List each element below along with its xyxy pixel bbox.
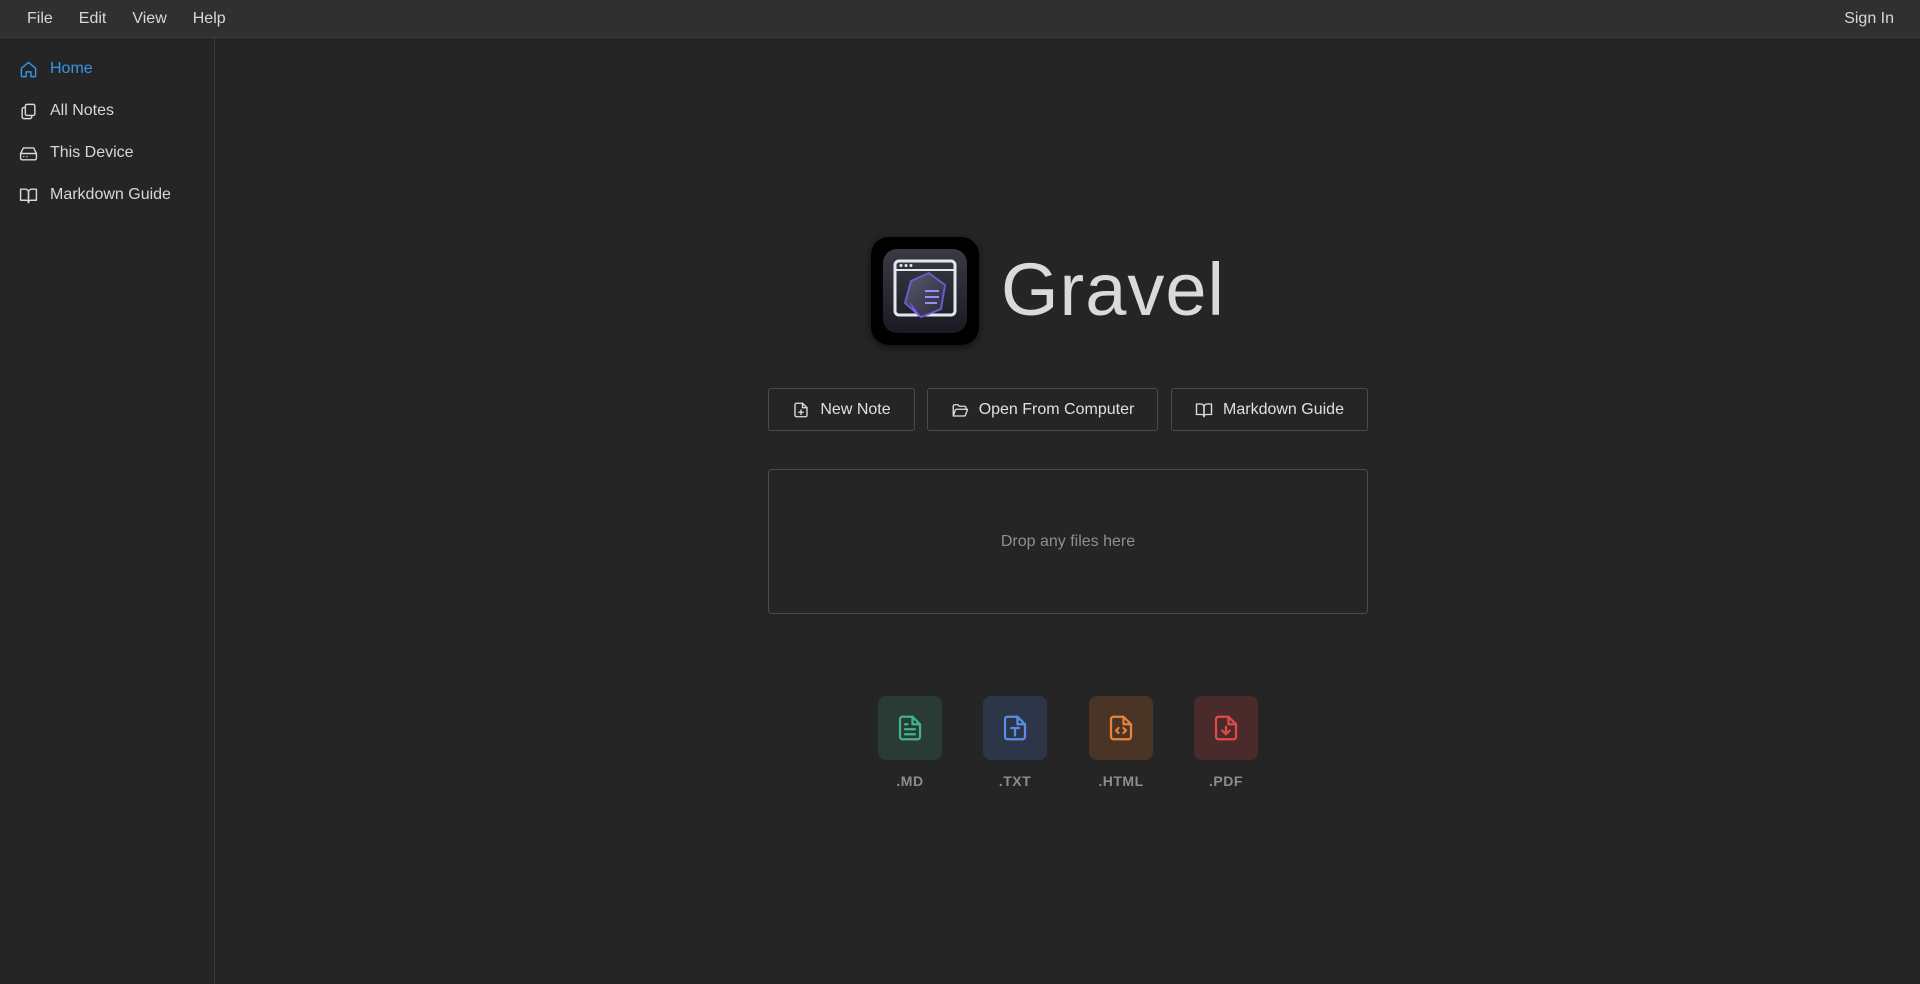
file-code-icon: [1109, 715, 1133, 741]
file-type-label: .TXT: [998, 773, 1032, 789]
book-open-icon: [1195, 402, 1213, 417]
file-text-icon: [898, 715, 922, 741]
app-title: Gravel: [1001, 248, 1225, 331]
file-plus-icon: [794, 402, 809, 417]
book-open-icon: [19, 187, 38, 203]
open-from-computer-label: Open From Computer: [978, 400, 1135, 418]
sidebar-item-label: Markdown Guide: [50, 186, 171, 203]
hard-drive-icon: [19, 146, 38, 161]
sidebar-item-home[interactable]: Home: [0, 48, 214, 90]
sidebar-item-markdown-guide[interactable]: Markdown Guide: [0, 174, 214, 216]
file-type-label: .MD: [896, 773, 924, 789]
sidebar-item-all-notes[interactable]: All Notes: [0, 90, 214, 132]
new-note-button[interactable]: New Note: [768, 388, 915, 431]
menu-view[interactable]: View: [119, 0, 179, 38]
sidebar: Home All Notes This Device Markdown Guid…: [0, 38, 215, 984]
sign-in-button[interactable]: Sign In: [1844, 0, 1894, 38]
sidebar-item-label: Home: [50, 60, 93, 77]
file-download-icon: [1214, 715, 1238, 741]
new-note-label: New Note: [820, 400, 891, 418]
sidebar-item-label: All Notes: [50, 102, 115, 119]
home-icon: [20, 61, 37, 77]
app-logo: [871, 237, 979, 345]
notes-icon: [21, 103, 36, 119]
gravel-logo-icon: [883, 249, 967, 333]
file-drop-zone[interactable]: Drop any files here: [768, 469, 1368, 614]
file-type-txt: .TXT: [983, 696, 1047, 789]
file-type-icon: [1003, 715, 1027, 741]
sidebar-item-this-device[interactable]: This Device: [0, 132, 214, 174]
markdown-guide-label: Markdown Guide: [1223, 400, 1344, 418]
main-content: Gravel New Note Open From Computer Markd…: [216, 38, 1920, 984]
drop-zone-text: Drop any files here: [1000, 532, 1136, 550]
menu-file[interactable]: File: [14, 0, 66, 38]
file-type-label: .HTML: [1098, 773, 1144, 789]
file-type-md: .MD: [878, 696, 942, 789]
menu-bar: File Edit View Help Sign In: [0, 0, 1920, 38]
file-type-label: .PDF: [1209, 773, 1243, 789]
menu-help[interactable]: Help: [180, 0, 239, 38]
sidebar-item-label: This Device: [50, 144, 134, 161]
menu-edit[interactable]: Edit: [66, 0, 120, 38]
open-from-computer-button[interactable]: Open From Computer: [927, 388, 1158, 431]
folder-open-icon: [952, 403, 968, 417]
markdown-guide-button[interactable]: Markdown Guide: [1171, 388, 1368, 431]
file-type-html: .HTML: [1089, 696, 1153, 789]
file-type-pdf: .PDF: [1194, 696, 1258, 789]
